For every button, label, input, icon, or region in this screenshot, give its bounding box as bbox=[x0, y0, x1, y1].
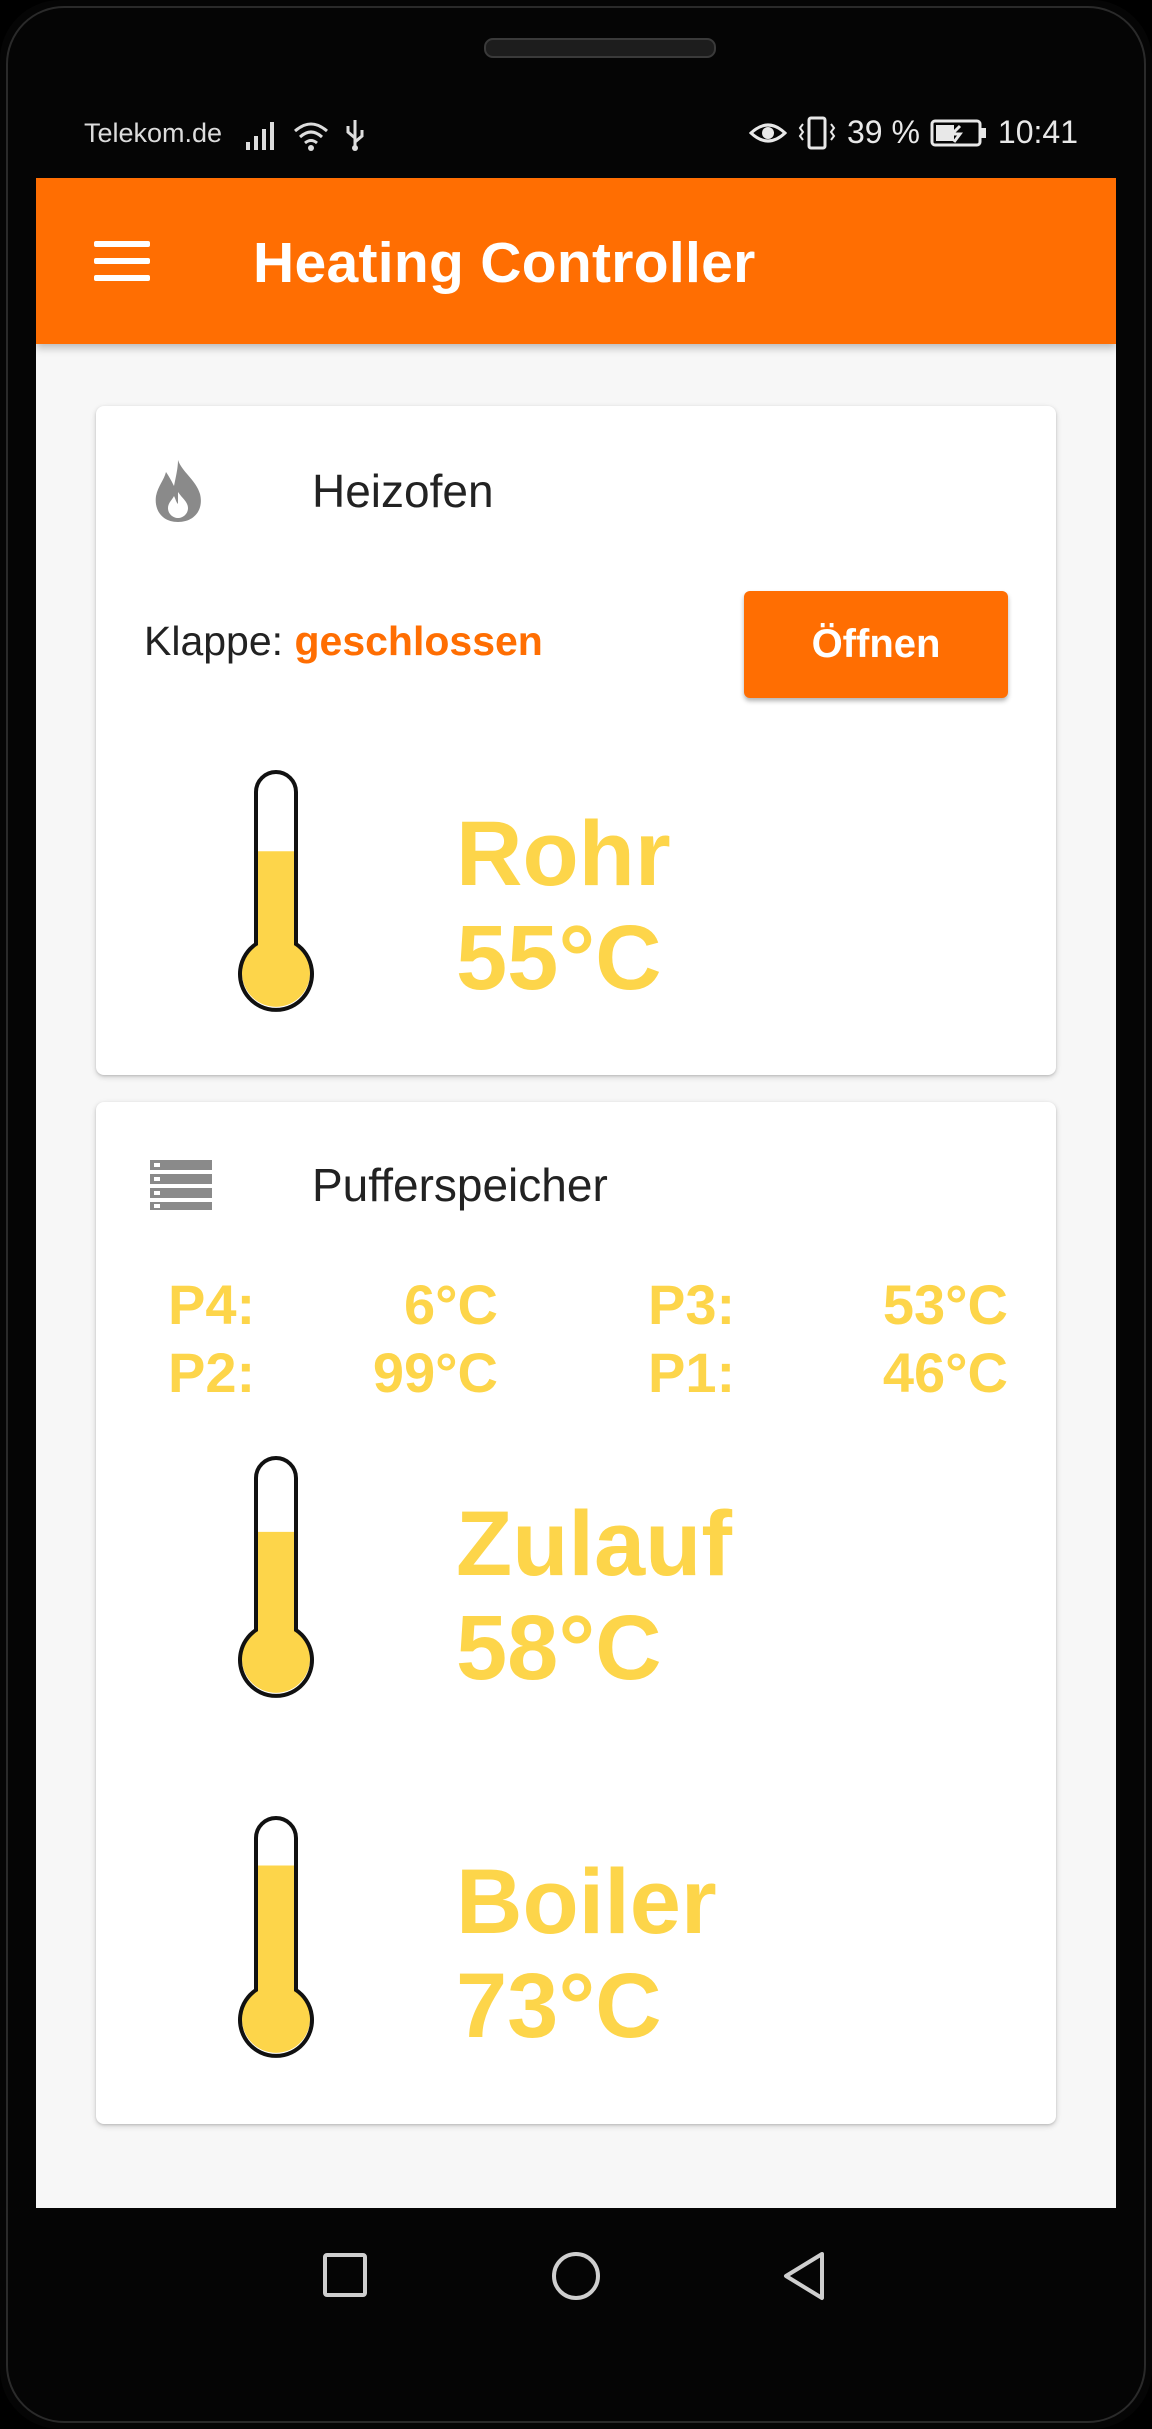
home-icon[interactable] bbox=[550, 2250, 602, 2302]
carrier-name: Telekom.de bbox=[84, 118, 223, 148]
sensor-label-p4: P4: bbox=[168, 1273, 256, 1336]
clock: 10:41 bbox=[997, 114, 1078, 150]
rohr-reading: Rohr 55°C bbox=[456, 802, 671, 1010]
storage-layers-icon bbox=[150, 1160, 212, 1210]
zulauf-value: 58°C bbox=[456, 1597, 662, 1699]
earpiece-speaker bbox=[484, 38, 716, 58]
thermometer-fill bbox=[242, 1531, 310, 1693]
status-right: 39 % 10:41 bbox=[748, 114, 1078, 151]
zulauf-label: Zulauf bbox=[456, 1493, 732, 1595]
sensor-value-p1: 46°C bbox=[882, 1341, 1008, 1404]
thermometer-fill bbox=[242, 1865, 310, 2053]
navigation-bar bbox=[0, 2210, 1152, 2370]
status-left-icons bbox=[244, 118, 366, 152]
usb-icon bbox=[346, 120, 364, 151]
battery-charging-icon bbox=[930, 119, 986, 146]
klappe-label: Klappe: bbox=[144, 618, 284, 664]
thermometer-zulauf bbox=[238, 1456, 314, 1698]
eye-comfort-icon bbox=[748, 123, 787, 142]
sensor-value-p4: 6°C bbox=[404, 1273, 498, 1336]
signal-icon bbox=[246, 122, 274, 150]
app-title: Heating Controller bbox=[253, 231, 756, 295]
heizofen-card: Heizofen Klappe: geschlossen Öffnen Rohr… bbox=[96, 406, 1056, 1075]
status-bar: Telekom.de 39 % 10:41 bbox=[36, 110, 1116, 166]
pufferspeicher-title: Pufferspeicher bbox=[312, 1159, 608, 1211]
thermometer-boiler bbox=[238, 1816, 314, 2058]
flame-icon bbox=[155, 460, 201, 522]
thermometer-fill bbox=[242, 851, 310, 1007]
klappe-status: Klappe: geschlossen bbox=[144, 618, 543, 665]
sensor-label-p1: P1: bbox=[648, 1341, 736, 1404]
app-screen: Heating Controller Heizofen Klappe: gesc… bbox=[36, 178, 1116, 2208]
boiler-label: Boiler bbox=[456, 1851, 717, 1953]
pufferspeicher-card: Pufferspeicher P4: 6°C P3: 53°C P2: 99°C… bbox=[96, 1102, 1056, 2124]
recent-apps-icon[interactable] bbox=[322, 2252, 368, 2298]
vibrate-icon bbox=[798, 116, 836, 149]
sensor-value-p3: 53°C bbox=[882, 1273, 1008, 1336]
sensor-value-p2: 99°C bbox=[372, 1341, 498, 1404]
klappe-state: geschlossen bbox=[294, 618, 543, 664]
back-icon[interactable] bbox=[780, 2250, 828, 2302]
rohr-value: 55°C bbox=[456, 907, 662, 1009]
wifi-icon bbox=[294, 122, 328, 151]
menu-icon[interactable] bbox=[94, 241, 150, 281]
boiler-value: 73°C bbox=[456, 1955, 662, 2057]
sensor-label-p3: P3: bbox=[648, 1273, 736, 1336]
app-bar: Heating Controller bbox=[36, 178, 1116, 344]
phone-frame: Telekom.de 39 % 10:41 Heating Controller… bbox=[0, 0, 1152, 2429]
boiler-reading: Boiler 73°C bbox=[456, 1850, 717, 2058]
sensor-label-p2: P2: bbox=[168, 1341, 256, 1404]
heizofen-title: Heizofen bbox=[312, 465, 494, 517]
open-button[interactable]: Öffnen bbox=[744, 591, 1008, 698]
zulauf-reading: Zulauf 58°C bbox=[456, 1492, 732, 1700]
rohr-label: Rohr bbox=[456, 803, 671, 905]
battery-percent: 39 % bbox=[846, 114, 920, 150]
thermometer-rohr bbox=[238, 770, 314, 1012]
